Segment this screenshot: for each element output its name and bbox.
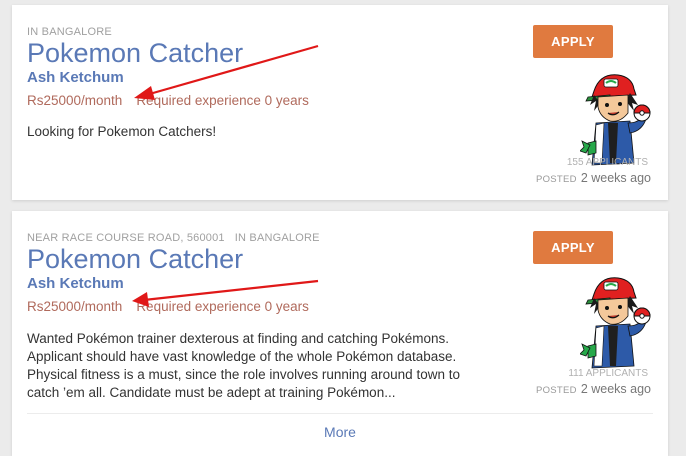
applicant-count: 155 APPLICANTS <box>566 157 648 168</box>
location-label: IN BANGALORE <box>27 26 112 38</box>
posted-date: POSTED 2 weeks ago <box>536 382 651 396</box>
address-label: NEAR RACE COURSE ROAD, 560001 <box>27 232 225 244</box>
salary: Rs25000/month <box>27 299 123 314</box>
posted-date: POSTED 2 weeks ago <box>536 171 651 185</box>
job-title[interactable]: Pokemon Catcher <box>27 244 243 274</box>
required-experience: Required experience 0 years <box>136 93 309 108</box>
company-name[interactable]: Ash Ketchum <box>27 275 124 292</box>
job-card: NEAR RACE COURSE ROAD, 560001 IN BANGALOR… <box>12 211 668 456</box>
job-description: Looking for Pokemon Catchers! <box>27 124 217 139</box>
location-label: IN BANGALORE <box>234 232 320 244</box>
posted-time: 2 weeks ago <box>580 382 651 396</box>
required-experience: Required experience 0 years <box>136 299 309 314</box>
salary-line: Rs25000/month Required experience 0 years <box>27 299 309 314</box>
company-name[interactable]: Ash Ketchum <box>27 69 124 86</box>
salary-line: Rs25000/month Required experience 0 years <box>27 93 309 108</box>
job-title[interactable]: Pokemon Catcher <box>27 38 243 68</box>
posted-label: POSTED <box>535 174 577 185</box>
ash-ketchum-avatar-icon <box>580 277 651 369</box>
job-card: IN BANGALORE Pokemon Catcher Ash Ketchum… <box>12 5 668 200</box>
posted-time: 2 weeks ago <box>580 171 651 185</box>
ash-ketchum-avatar-icon <box>580 74 651 166</box>
apply-button[interactable]: APPLY <box>533 25 613 58</box>
salary: Rs25000/month <box>27 93 123 108</box>
job-location: NEAR RACE COURSE ROAD, 560001 IN BANGALOR… <box>27 232 320 244</box>
job-location: IN BANGALORE <box>27 26 112 38</box>
more-link[interactable]: More <box>12 424 668 440</box>
applicant-count: 111 APPLICANTS <box>568 368 648 379</box>
job-description: Wanted Pokémon trainer dexterous at find… <box>27 331 460 400</box>
apply-button[interactable]: APPLY <box>533 231 613 264</box>
divider <box>27 413 653 414</box>
posted-label: POSTED <box>535 385 577 396</box>
